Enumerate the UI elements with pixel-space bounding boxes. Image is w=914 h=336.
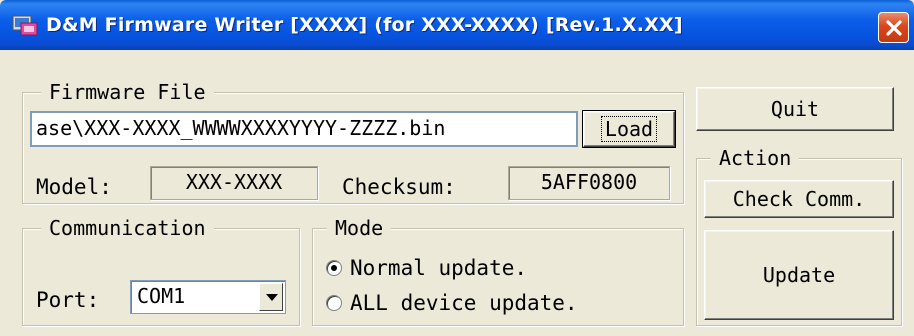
update-button-label: Update [762,263,836,287]
model-value: XXX-XXXX [150,166,318,200]
quit-button-label: Quit [770,97,820,121]
title-bar[interactable]: D&M Firmware Writer [XXXX] (for XXX-XXXX… [0,0,914,50]
check-comm-button-label: Check Comm. [732,187,866,211]
firmware-path-field[interactable]: ase\XXX-XXXX_WWWWXXXXYYYY-ZZZZ.bin [30,111,578,147]
mode-legend: Mode [327,216,392,240]
firmware-file-legend: Firmware File [41,80,214,104]
window-title: D&M Firmware Writer [XXXX] (for XXX-XXXX… [46,14,683,36]
radio-all-device-update[interactable]: ALL device update. [326,289,578,317]
radio-normal-update-label: Normal update. [350,256,528,280]
port-dropdown-button[interactable] [259,283,283,311]
check-comm-button[interactable]: Check Comm. [704,180,894,218]
checksum-label: Checksum: [342,175,456,199]
model-label: Model: [36,175,112,199]
close-icon [886,20,902,36]
radio-all-device-update-dot[interactable] [326,295,342,311]
quit-button[interactable]: Quit [696,87,894,131]
radio-all-device-update-label: ALL device update. [350,291,578,315]
load-button-label: Load [600,116,658,142]
action-legend: Action [711,146,800,170]
firmware-writer-window: D&M Firmware Writer [XXXX] (for XXX-XXXX… [0,0,914,336]
load-button[interactable]: Load [582,110,676,148]
checksum-value: 5AFF0800 [508,166,670,200]
app-icon [12,13,38,37]
radio-normal-update-dot[interactable] [326,260,342,276]
chevron-down-icon [266,294,278,301]
communication-legend: Communication [41,216,214,240]
close-button[interactable] [878,12,909,43]
update-button[interactable]: Update [704,230,894,320]
port-label: Port: [36,288,100,312]
port-select-value: COM1 [137,284,186,308]
radio-normal-update[interactable]: Normal update. [326,254,527,282]
port-select[interactable]: COM1 [130,280,286,314]
